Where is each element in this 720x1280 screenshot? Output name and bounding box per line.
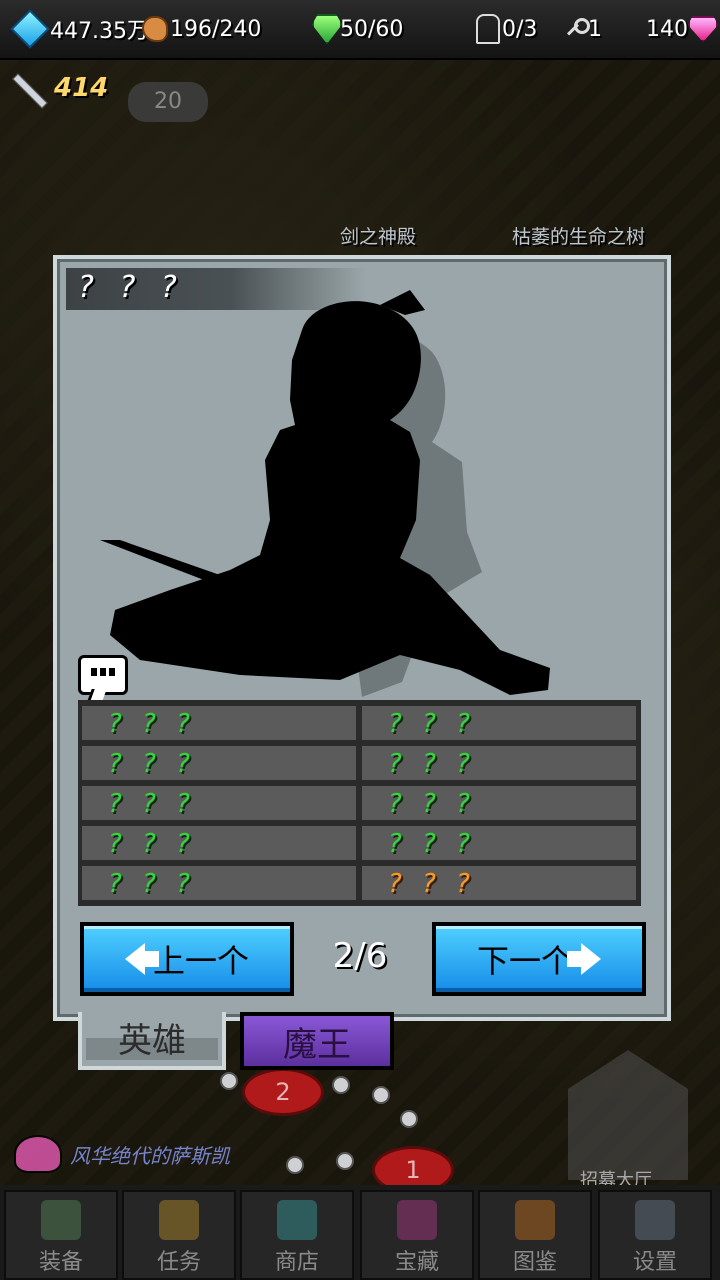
resource-bar: 447.35万 196/240 50/60 0/3 1 140 <box>0 0 720 60</box>
nav-treasure-label: 宝藏 <box>394 1250 439 1275</box>
diamond-value: 447.35万 <box>50 19 149 44</box>
green-crystal-icon <box>312 14 342 44</box>
hero-silhouette <box>100 290 550 697</box>
page-indicator: 2/6 <box>332 936 388 976</box>
sword-icon <box>10 70 46 106</box>
stamina-value: 50/60 <box>340 16 404 42</box>
gem-value: 140 <box>646 16 688 42</box>
nav-shop[interactable]: 商店 <box>240 1190 354 1280</box>
nav-quests[interactable]: 任务 <box>122 1190 236 1280</box>
arrow-left-icon <box>124 943 159 975</box>
nav-quests-label: 任务 <box>156 1250 201 1275</box>
stat-cell: ? ? ? <box>362 826 636 860</box>
stat-cell: ? ? ? <box>362 706 636 740</box>
nav-settings[interactable]: 设置 <box>598 1190 712 1280</box>
diamond-counter[interactable]: 447.35万 <box>10 9 149 49</box>
nav-codex[interactable]: 图鉴 <box>478 1190 592 1280</box>
quest-icon <box>159 1200 199 1240</box>
nav-codex-label: 图鉴 <box>512 1250 557 1275</box>
stat-cell: ? ? ? <box>82 706 356 740</box>
key-counter[interactable]: 1 <box>562 12 602 46</box>
map-path-dot <box>332 1076 350 1094</box>
stat-cell: ? ? ? <box>362 786 636 820</box>
tab-hero[interactable]: 英雄 <box>78 1012 226 1070</box>
map-path-dot <box>400 1110 418 1128</box>
treasure-icon <box>397 1200 437 1240</box>
stat-cell: ? ? ? <box>82 866 356 900</box>
codex-book-icon <box>515 1200 555 1240</box>
food-counter[interactable]: 196/240 <box>142 12 261 46</box>
stat-cell-special: ? ? ? <box>362 866 636 900</box>
nav-shop-label: 商店 <box>274 1250 319 1275</box>
previous-hero-button[interactable]: 上一个 <box>80 922 294 996</box>
previous-label: 上一个 <box>152 942 249 980</box>
map-label-sword-temple[interactable]: 剑之神殿 <box>340 222 416 249</box>
stat-cell: ? ? ? <box>362 746 636 780</box>
meat-icon <box>142 16 168 42</box>
tab-demon-label: 魔王 <box>283 1025 351 1065</box>
featured-hero[interactable]: 风华绝代的萨斯凯 <box>6 1135 230 1173</box>
hero-avatar <box>14 1135 62 1173</box>
map-path-dot <box>220 1072 238 1090</box>
map-stage-node[interactable]: 2 <box>242 1068 324 1116</box>
hero-slot-counter[interactable]: 0/3 <box>476 12 537 46</box>
hero-stats-table: ? ? ? ? ? ? ? ? ? ? ? ? ? ? ? ? ? ? ? ? … <box>78 700 641 906</box>
next-hero-button[interactable]: 下一个 <box>432 922 646 996</box>
nav-equipment[interactable]: 装备 <box>4 1190 118 1280</box>
next-label: 下一个 <box>476 942 573 980</box>
combat-power-value: 414 <box>54 73 109 103</box>
person-icon <box>476 14 500 44</box>
stat-cell: ? ? ? <box>82 826 356 860</box>
gem-counter[interactable]: 140 <box>646 12 718 46</box>
map-path-dot <box>286 1156 304 1174</box>
stat-cell: ? ? ? <box>82 746 356 780</box>
stat-cell: ? ? ? <box>82 786 356 820</box>
arrow-right-icon <box>567 943 601 975</box>
speech-bubble-icon[interactable] <box>78 655 128 695</box>
tab-hero-label: 英雄 <box>118 1021 186 1061</box>
combat-power: 414 <box>10 70 108 106</box>
level-badge: 20 <box>128 82 208 122</box>
hero-name-text: 风华绝代的萨斯凯 <box>70 1143 230 1168</box>
map-path-dot <box>372 1086 390 1104</box>
map-path-dot <box>336 1152 354 1170</box>
blue-diamond-icon <box>10 9 50 49</box>
equipment-icon <box>41 1200 81 1240</box>
shop-icon <box>277 1200 317 1240</box>
settings-icon <box>635 1200 675 1240</box>
hero-slot-value: 0/3 <box>502 16 538 42</box>
stamina-counter[interactable]: 50/60 <box>312 12 403 46</box>
map-label-withered-tree[interactable]: 枯萎的生命之树 <box>512 222 645 249</box>
pink-gem-icon <box>688 16 718 42</box>
food-value: 196/240 <box>170 16 262 42</box>
nav-equipment-label: 装备 <box>38 1250 83 1275</box>
nav-settings-label: 设置 <box>632 1250 677 1275</box>
tab-demon-king[interactable]: 魔王 <box>240 1012 394 1070</box>
nav-treasure[interactable]: 宝藏 <box>360 1190 474 1280</box>
key-icon <box>562 16 590 42</box>
key-value: 1 <box>588 16 602 42</box>
